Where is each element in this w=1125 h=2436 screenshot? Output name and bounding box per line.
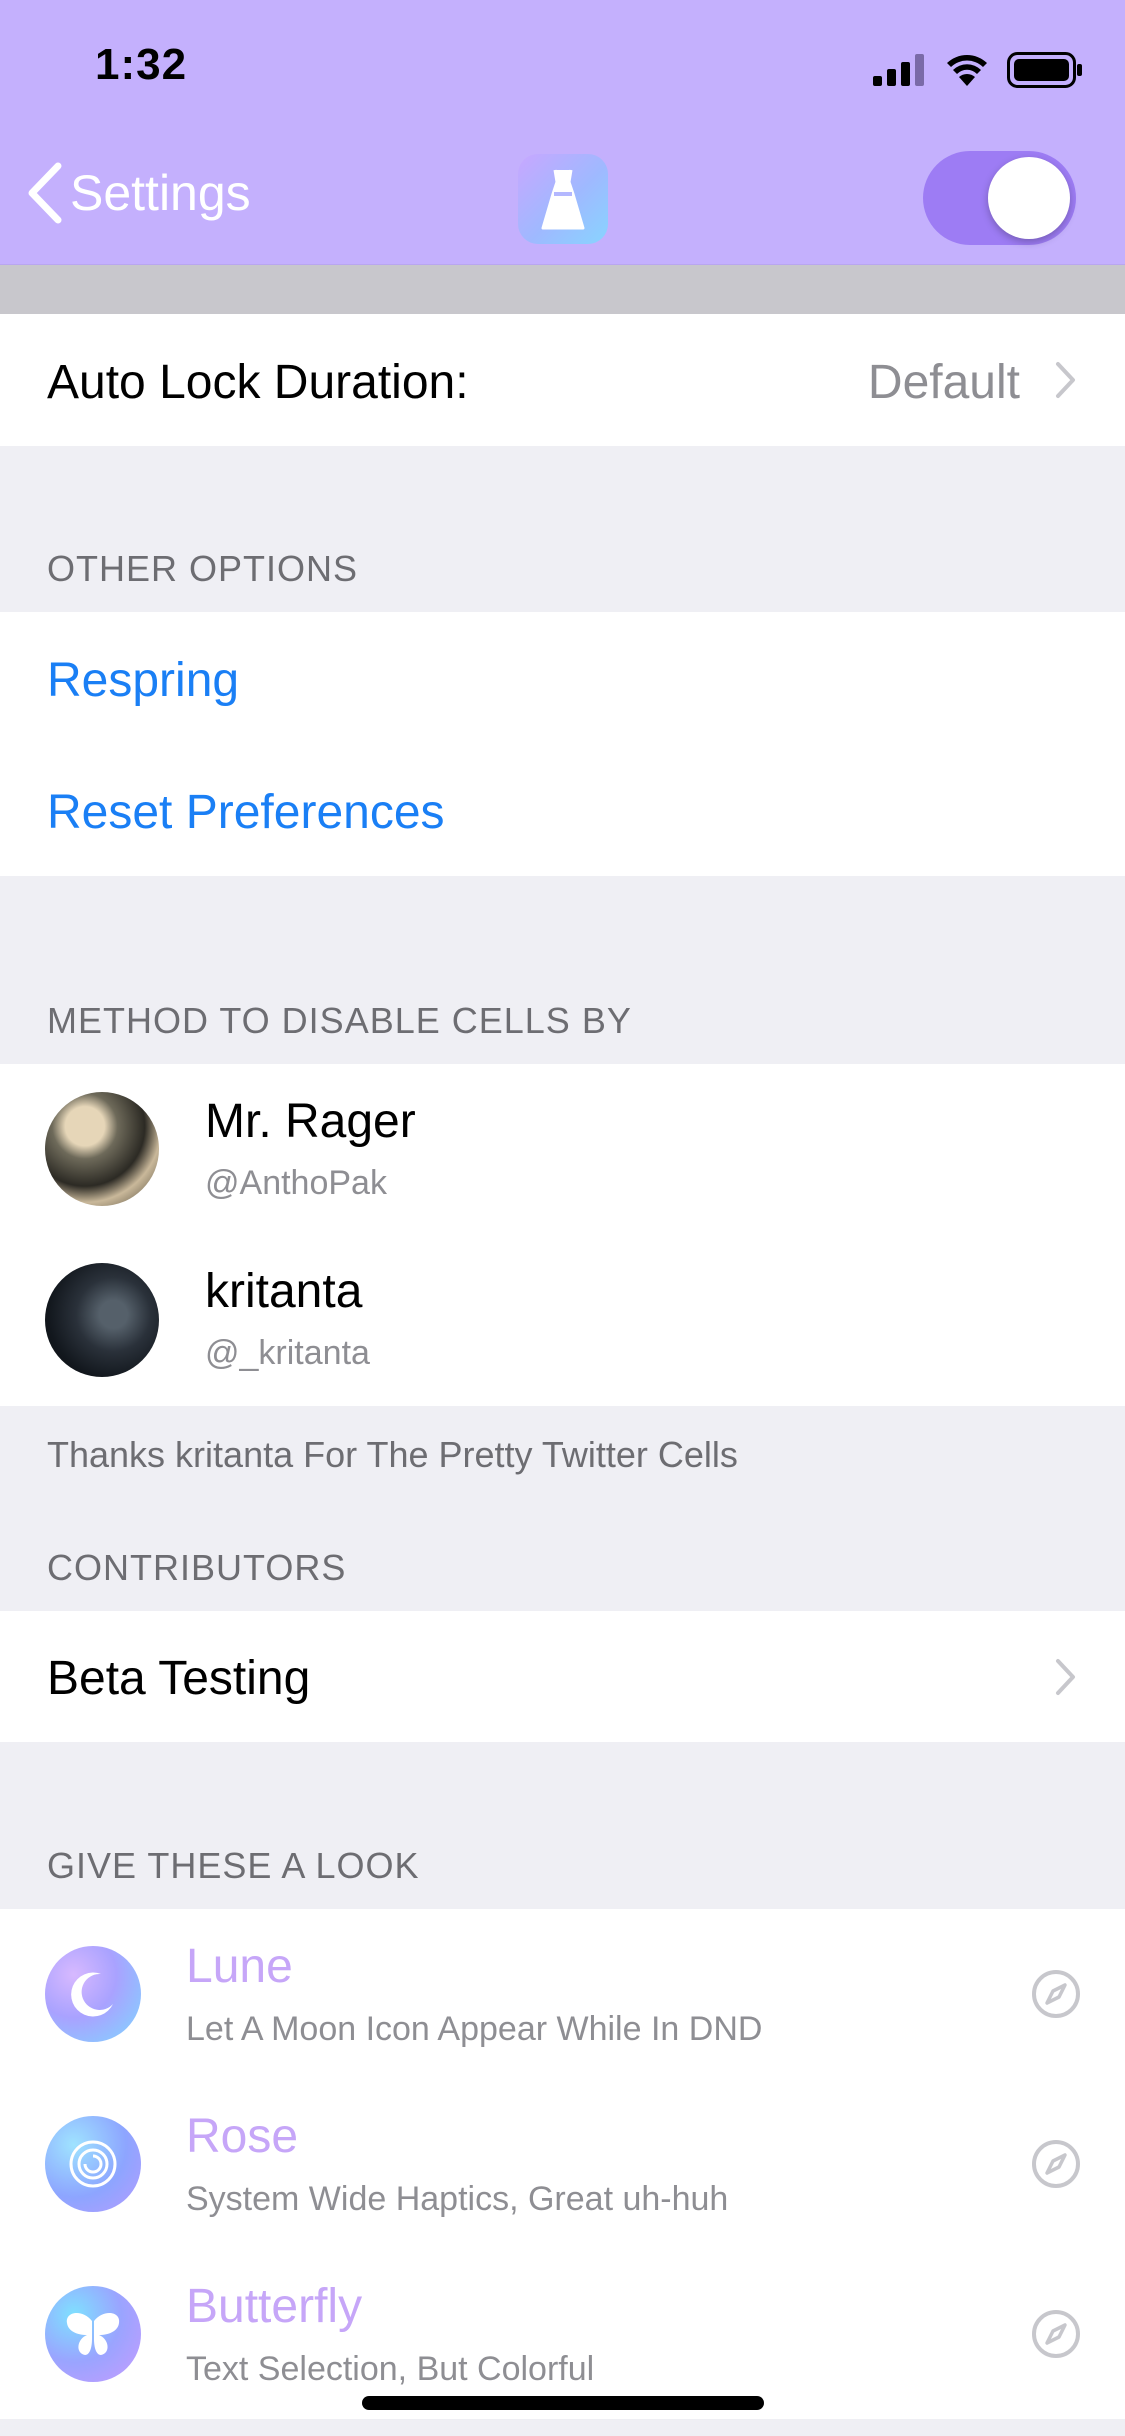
moon-icon	[45, 1946, 141, 2042]
chevron-right-icon	[1056, 1659, 1075, 1695]
beta-testing-label: Beta Testing	[47, 1652, 311, 1705]
tweaks-group: Lune Let A Moon Icon Appear While In DND…	[0, 1909, 1125, 2419]
thanks-footer: Thanks kritanta For The Pretty Twitter C…	[47, 1434, 738, 1475]
other-options-group: Respring Reset Preferences	[0, 612, 1125, 876]
tweak-description: System Wide Haptics, Great uh-huh	[186, 2180, 729, 2218]
tweak-name: Rose	[186, 2110, 299, 2163]
tweak-name: Lune	[186, 1940, 293, 1993]
auto-lock-value: Default	[867, 356, 1020, 409]
chevron-left-icon	[28, 162, 62, 224]
home-indicator[interactable]	[362, 2396, 764, 2410]
avatar-rager	[45, 1092, 159, 1206]
other-options-header: OTHER OPTIONS	[47, 548, 359, 589]
person-name: Mr. Rager	[205, 1095, 416, 1148]
auto-lock-label: Auto Lock Duration:	[47, 356, 469, 409]
give-look-header: GIVE THESE A LOOK	[47, 1845, 420, 1886]
rose-icon	[45, 2116, 141, 2212]
method-header: METHOD TO DISABLE CELLS BY	[47, 1000, 632, 1041]
avatar-kritanta	[45, 1263, 159, 1377]
compass-icon[interactable]	[1031, 1969, 1081, 2019]
back-button[interactable]: Settings	[22, 160, 251, 226]
rose-glyph	[69, 2140, 117, 2188]
wifi-icon	[947, 55, 987, 86]
moon-glyph	[71, 1972, 113, 2017]
cellular-signal-icon	[873, 54, 924, 86]
person-handle: @_kritanta	[205, 1334, 370, 1372]
status-time: 1:32	[95, 40, 188, 89]
dress-icon	[541, 169, 585, 230]
enable-toggle[interactable]	[923, 151, 1076, 245]
chevron-right-icon	[1056, 362, 1075, 398]
contributors-header: CONTRIBUTORS	[47, 1547, 347, 1588]
header-strip	[0, 265, 1125, 314]
toggle-knob	[988, 157, 1070, 239]
battery-icon	[1007, 52, 1082, 88]
compass-icon[interactable]	[1031, 2309, 1081, 2359]
back-label: Settings	[70, 165, 251, 221]
beta-testing-cell[interactable]: Beta Testing	[0, 1611, 1125, 1742]
butterfly-glyph	[66, 2312, 120, 2355]
tweak-description: Let A Moon Icon Appear While In DND	[186, 2010, 763, 2048]
butterfly-icon	[45, 2286, 141, 2382]
status-icons	[873, 50, 1083, 90]
respring-link[interactable]: Respring	[47, 653, 239, 708]
reset-preferences-link[interactable]: Reset Preferences	[47, 785, 445, 840]
auto-lock-cell[interactable]: Auto Lock Duration: Default	[0, 314, 1125, 446]
navigation-bar: 1:32 Settings	[0, 0, 1125, 265]
person-handle: @AnthoPak	[205, 1164, 387, 1202]
app-icon	[518, 154, 608, 244]
tweak-description: Text Selection, But Colorful	[186, 2350, 595, 2388]
method-people-group: Mr. Rager @AnthoPak kritanta @_kritanta	[0, 1064, 1125, 1406]
person-name: kritanta	[205, 1265, 363, 1318]
compass-icon[interactable]	[1031, 2139, 1081, 2189]
tweak-name: Butterfly	[186, 2280, 363, 2333]
settings-screen: 1:32 Settings Auto Lock Duration: Defaul…	[0, 0, 1125, 2436]
